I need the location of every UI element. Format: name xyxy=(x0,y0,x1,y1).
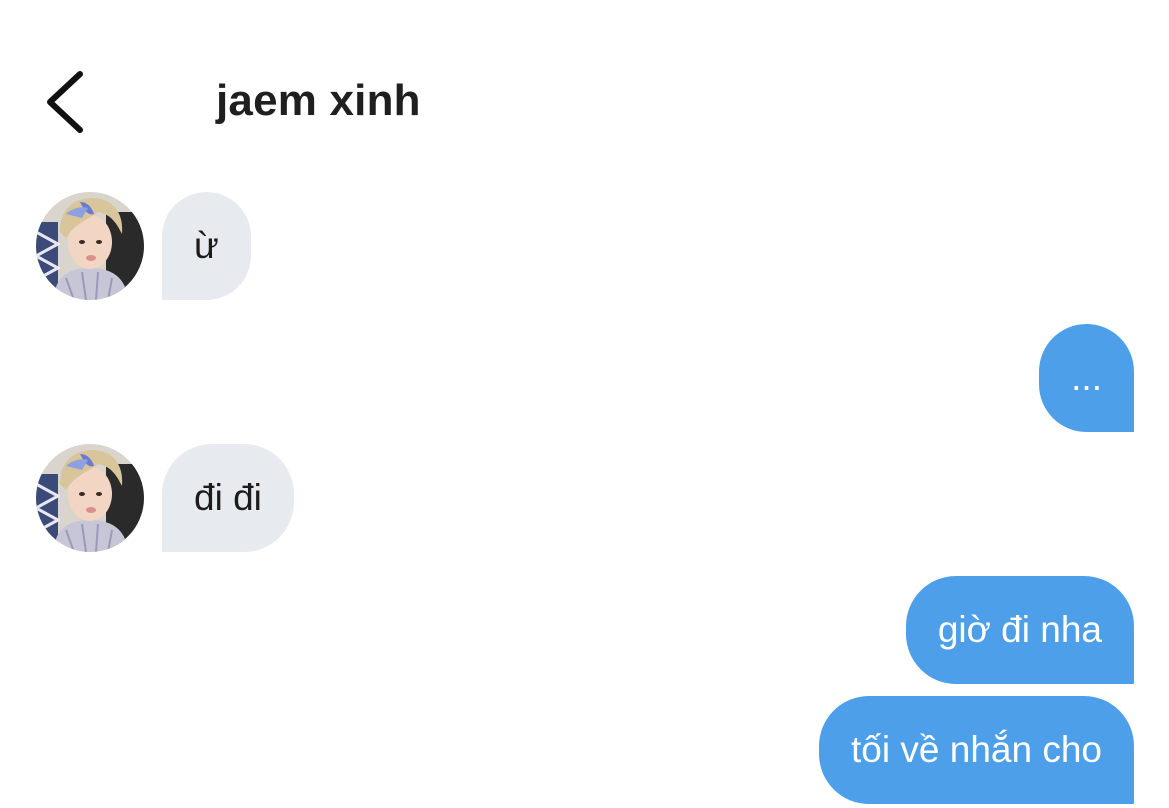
avatar[interactable] xyxy=(36,444,144,552)
avatar[interactable] xyxy=(36,192,144,300)
message-text: tối về nhắn cho xyxy=(851,729,1102,770)
message-bubble-incoming[interactable]: ừ xyxy=(162,192,251,300)
message-text: ừ xyxy=(194,225,219,266)
message-bubble-outgoing[interactable]: ... xyxy=(1039,324,1134,432)
message-bubble-incoming[interactable]: đi đi xyxy=(162,444,294,552)
chat-title: jaem xinh xyxy=(216,76,421,125)
message-text: đi đi xyxy=(194,477,262,518)
chevron-left-icon xyxy=(47,71,83,133)
chat-header: jaem xinh xyxy=(0,0,1169,180)
message-bubble-outgoing[interactable]: giờ đi nha xyxy=(905,576,1134,684)
message-text: giờ đi nha xyxy=(937,609,1102,650)
message-text: ... xyxy=(1071,357,1102,398)
chat-screen: jaem xinh ừ ... đi đi giờ đi nha tối về … xyxy=(0,0,1169,808)
back-button[interactable] xyxy=(34,62,98,142)
message-bubble-outgoing[interactable]: tối về nhắn cho xyxy=(819,696,1134,804)
